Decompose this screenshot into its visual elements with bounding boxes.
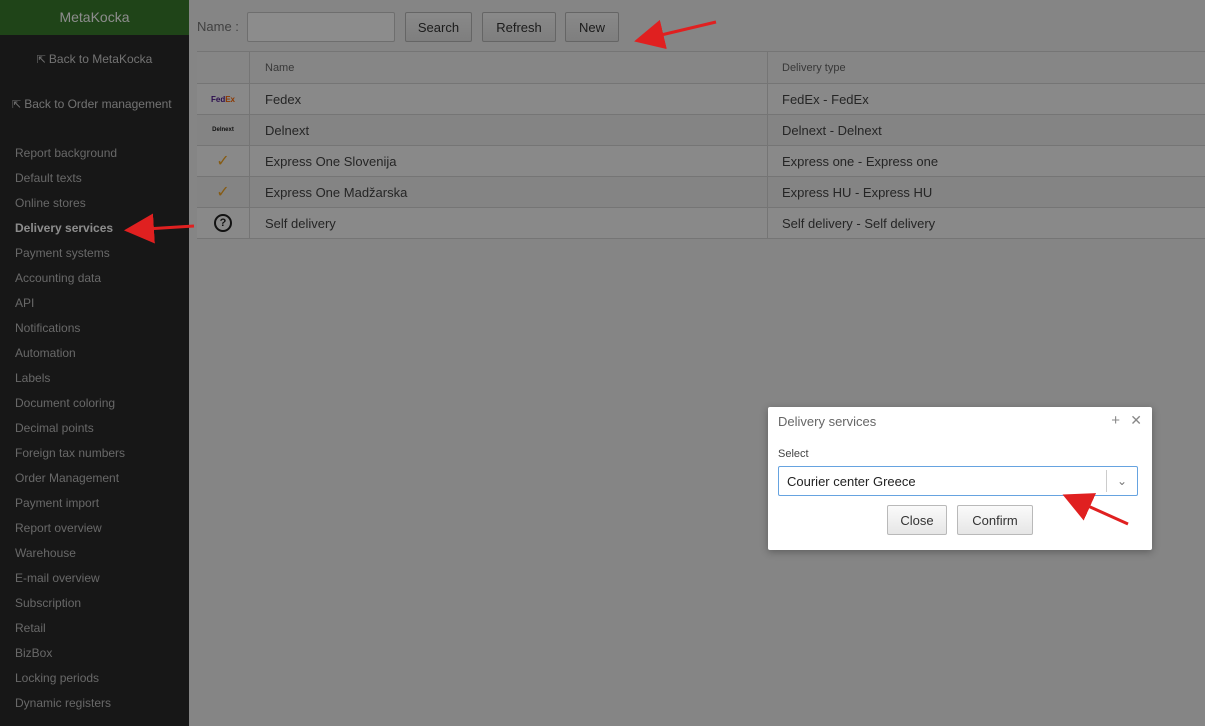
maximize-icon[interactable]: + — [1111, 412, 1120, 429]
close-icon[interactable]: ✕ — [1130, 412, 1142, 429]
confirm-button[interactable]: Confirm — [957, 505, 1033, 535]
delivery-services-dialog: Delivery services + ✕ Select Courier cen… — [768, 407, 1152, 550]
dialog-title: Delivery services — [778, 414, 877, 429]
close-button[interactable]: Close — [887, 505, 947, 535]
chevron-down-icon[interactable]: ⌄ — [1106, 470, 1137, 492]
selected-value: Courier center Greece — [787, 474, 916, 489]
modal-backdrop — [0, 0, 1205, 726]
delivery-service-select[interactable]: Courier center Greece ⌄ — [778, 466, 1138, 496]
select-label: Select — [778, 448, 809, 460]
